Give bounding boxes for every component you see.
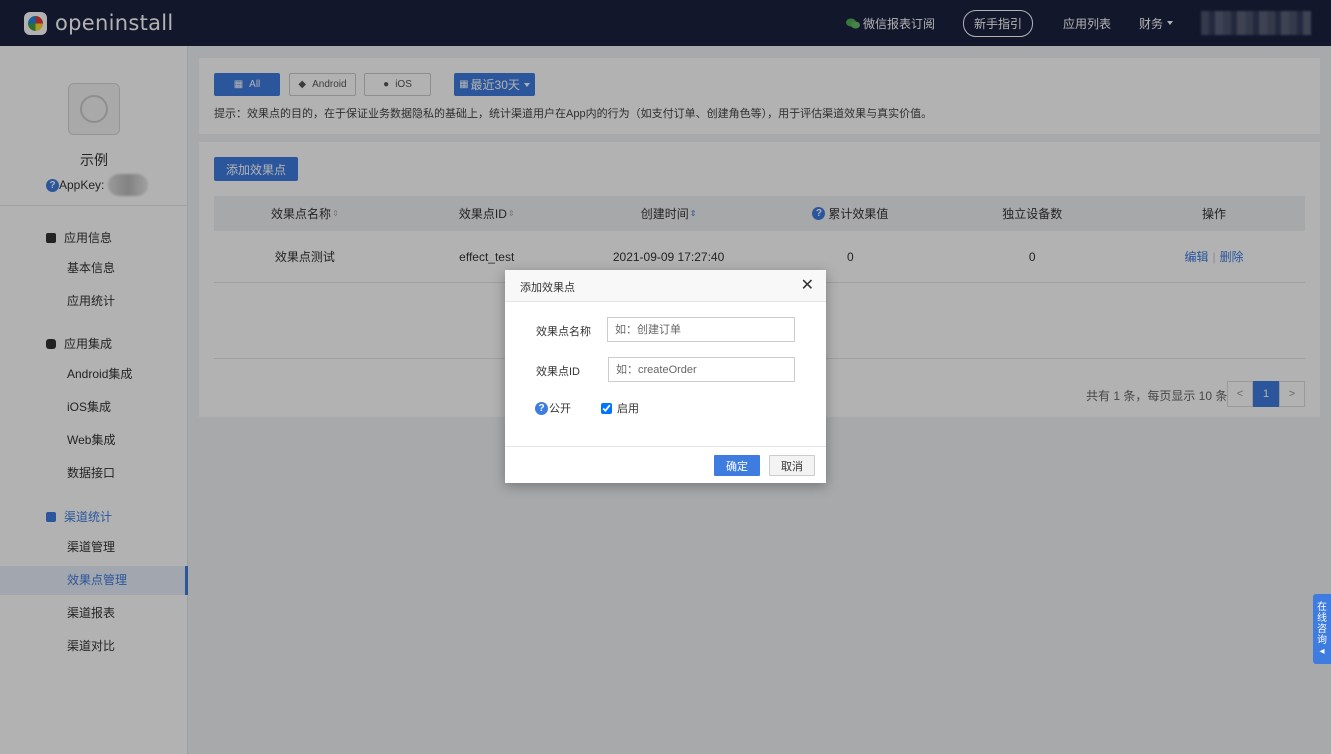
arrow-left-icon: ◂ bbox=[1319, 645, 1325, 657]
add-effect-point-dialog: 添加效果点 ✕ 效果点名称 效果点ID ? 公开 启用 确定 取消 bbox=[505, 270, 826, 483]
public-label: ? 公开 bbox=[535, 400, 571, 416]
cancel-button[interactable]: 取消 bbox=[769, 455, 815, 476]
effect-point-name-input[interactable] bbox=[607, 317, 795, 342]
dialog-title: 添加效果点 bbox=[520, 282, 575, 294]
name-field-label: 效果点名称 bbox=[536, 326, 591, 338]
dialog-header: 添加效果点 ✕ bbox=[505, 270, 826, 302]
enable-checkbox-input[interactable] bbox=[601, 402, 612, 414]
dialog-footer: 确定 取消 bbox=[505, 446, 826, 483]
online-consult-tab[interactable]: 在 线 咨 询 ◂ bbox=[1313, 594, 1331, 664]
confirm-button[interactable]: 确定 bbox=[714, 455, 760, 476]
effect-point-id-input[interactable] bbox=[608, 357, 795, 382]
id-field-label: 效果点ID bbox=[536, 366, 580, 378]
close-icon[interactable]: ✕ bbox=[801, 278, 814, 294]
enable-checkbox[interactable]: 启用 bbox=[601, 400, 639, 416]
help-icon[interactable]: ? bbox=[535, 401, 548, 415]
